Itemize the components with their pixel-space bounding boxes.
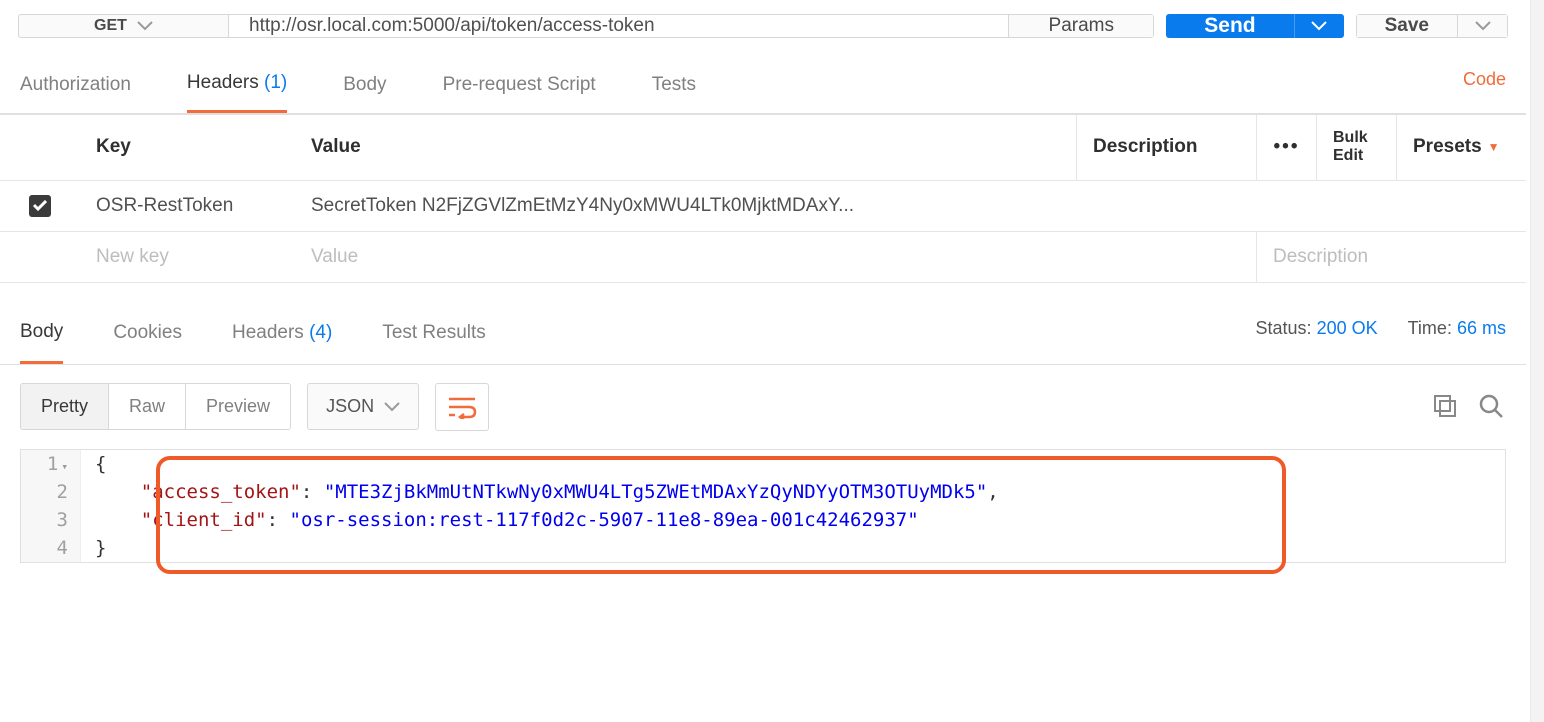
code-line: 2 "access_token": "MTE3ZjBkMmUtNTkwNy0xM… [21,478,1505,506]
send-group: Send [1166,14,1343,38]
checkbox-checked-icon [29,195,51,217]
json-value: "osr-session:rest-117f0d2c-5907-11e8-89e… [290,509,919,531]
view-raw[interactable]: Raw [109,384,186,429]
json-value: "MTE3ZjBkMmUtNTkwNy0xMWU4LTg5ZWEtMDAxYzQ… [324,481,987,503]
col-description: Description [1076,115,1256,180]
header-desc-input[interactable] [1256,181,1526,231]
chevron-down-icon [1311,21,1327,31]
resp-tab-headers-label: Headers [232,322,304,343]
bulk-edit-button[interactable]: Bulk Edit [1316,115,1396,180]
request-bar: GET http://osr.local.com:5000/api/token/… [0,0,1526,52]
line-number: 1 [21,450,81,478]
search-icon[interactable] [1478,393,1506,421]
format-label: JSON [326,396,374,417]
wrap-lines-button[interactable] [435,383,489,431]
resp-tab-headers-count: (4) [309,322,332,343]
resp-tab-test-results[interactable]: Test Results [382,312,485,362]
resp-tab-cookies[interactable]: Cookies [113,312,182,362]
tab-body[interactable]: Body [343,64,386,112]
response-body-viewer[interactable]: 1{ 2 "access_token": "MTE3ZjBkMmUtNTkwNy… [20,449,1506,563]
line-number: 3 [21,506,81,534]
resp-tab-body[interactable]: Body [20,311,63,364]
new-value-input[interactable]: Value [295,232,1256,282]
header-key-input[interactable]: OSR-RestToken [80,181,295,231]
status-readout: Status: 200 OK [1256,318,1378,357]
json-key: "client_id" [141,509,267,531]
col-check [0,115,80,180]
save-dropdown[interactable] [1458,14,1508,38]
send-dropdown[interactable] [1294,14,1344,38]
code-line: 1{ [21,450,1505,478]
col-key: Key [80,115,295,180]
time-value: 66 ms [1457,318,1506,338]
line-number: 4 [21,534,81,562]
presets-dropdown[interactable]: Presets ▼ [1396,115,1526,180]
copy-icon[interactable] [1432,393,1460,421]
http-method-dropdown[interactable]: GET [19,15,229,37]
viewer-right-controls [1432,393,1506,421]
save-group: Save [1356,14,1508,38]
tab-tests[interactable]: Tests [652,64,696,112]
presets-label: Presets [1413,136,1482,158]
viewer-controls: Pretty Raw Preview JSON [0,365,1526,449]
headers-table-head: Key Value Description ••• Bulk Edit Pres… [0,115,1526,181]
header-value-input[interactable]: SecretToken N2FjZGVlZmEtMzY4Ny0xMWU4LTk0… [295,181,1256,231]
url-input[interactable]: http://osr.local.com:5000/api/token/acce… [229,15,1008,37]
new-desc-input[interactable]: Description [1256,232,1526,282]
send-button[interactable]: Send [1166,14,1293,38]
json-key: "access_token" [141,481,301,503]
chevron-down-icon [137,21,153,31]
code-link[interactable]: Code [1463,69,1506,106]
chevron-down-icon [384,402,400,412]
new-key-input[interactable]: New key [80,232,295,282]
code-line: 3 "client_id": "osr-session:rest-117f0d2… [21,506,1505,534]
col-value: Value [295,115,1076,180]
headers-table: Key Value Description ••• Bulk Edit Pres… [0,114,1526,283]
resp-tab-headers[interactable]: Headers (4) [232,312,332,362]
caret-down-icon: ▼ [1488,140,1500,154]
code-line: 4} [21,534,1505,562]
view-mode-segment: Pretty Raw Preview [20,383,291,430]
row-checkbox-cell[interactable] [0,232,80,282]
request-tabs: Authorization Headers (1) Body Pre-reque… [0,52,1526,114]
http-method-label: GET [94,17,127,35]
response-tabs: Body Cookies Headers (4) Test Results St… [0,283,1526,365]
view-preview[interactable]: Preview [186,384,290,429]
tab-prerequest[interactable]: Pre-request Script [443,64,596,112]
view-pretty[interactable]: Pretty [21,384,109,429]
table-row: OSR-RestToken SecretToken N2FjZGVlZmEtMz… [0,181,1526,232]
tab-headers-count: (1) [264,72,287,93]
table-row-new: New key Value Description [0,232,1526,283]
chevron-down-icon [1475,21,1491,31]
tab-authorization[interactable]: Authorization [20,64,131,112]
status-label: Status: [1256,318,1312,338]
more-columns-button[interactable]: ••• [1256,115,1316,180]
format-dropdown[interactable]: JSON [307,383,419,430]
row-checkbox-cell[interactable] [0,181,80,231]
time-readout: Time: 66 ms [1408,318,1506,357]
tab-headers-label: Headers [187,72,259,93]
method-url-group: GET http://osr.local.com:5000/api/token/… [18,14,1154,38]
params-button[interactable]: Params [1008,15,1153,37]
save-button[interactable]: Save [1356,14,1458,38]
postman-window: GET http://osr.local.com:5000/api/token/… [0,0,1544,563]
tab-headers[interactable]: Headers (1) [187,62,287,113]
scrollbar[interactable] [1530,0,1544,722]
status-value: 200 OK [1317,318,1378,338]
line-number: 2 [21,478,81,506]
time-label: Time: [1408,318,1452,338]
